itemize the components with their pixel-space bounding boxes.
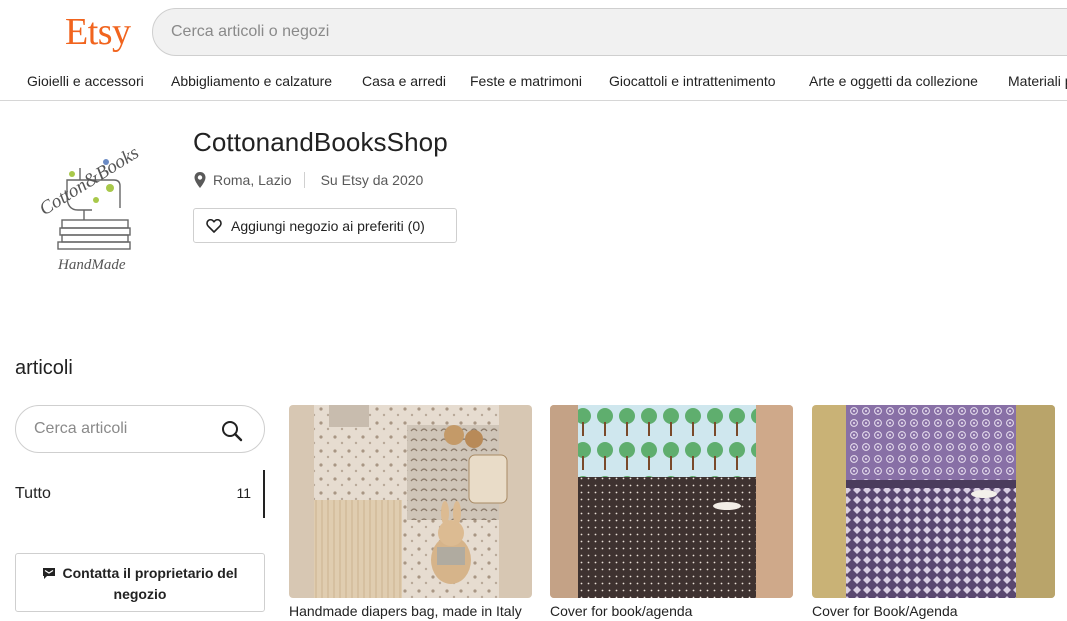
sidebar-category-count: 11 [236,485,251,501]
shop-search-bar[interactable] [15,405,265,453]
sidebar-category-label: Tutto [15,485,51,502]
category-clothing[interactable]: Abbigliamento e calzature [171,73,332,89]
search-icon[interactable] [220,419,244,443]
heart-icon [206,218,222,233]
listing-image[interactable] [812,405,1055,598]
listing-title[interactable]: Cover for Book/Agenda [812,603,1055,619]
listing-title[interactable]: Handmade diapers bag, made in Italy [289,603,532,619]
favorite-shop-button[interactable]: Aggiungi negozio ai preferiti (0) [193,208,457,243]
category-art[interactable]: Arte e oggetti da collezione [809,73,978,89]
category-home[interactable]: Casa e arredi [362,73,446,89]
listing-card[interactable]: Cover for book/agenda [550,405,793,619]
location-pin-icon [194,172,206,188]
favorite-shop-label: Aggiungi negozio ai preferiti (0) [231,217,425,234]
sidebar-category-all[interactable]: Tutto 11 [15,470,265,518]
listing-card[interactable]: Handmade diapers bag, made in Italy [289,405,532,619]
global-search-input[interactable] [171,9,1051,55]
shop-meta: Roma, Lazio Su Etsy da 2020 [193,170,423,190]
category-toys[interactable]: Giocattoli e intrattenimento [609,73,776,89]
category-parties[interactable]: Feste e matrimoni [470,73,582,89]
global-search-bar[interactable] [152,8,1067,56]
category-supplies[interactable]: Materiali p [1008,73,1067,89]
listing-title[interactable]: Cover for book/agenda [550,603,793,619]
category-nav: Gioielli e accessori Abbigliamento e cal… [0,64,1067,101]
shop-location: Roma, Lazio [213,172,292,188]
contact-owner-button[interactable]: Contatta il proprietario del negozio [15,553,265,612]
shop-logo-text-top: Cotton&Books [36,142,143,220]
active-indicator [263,470,265,518]
shop-logo: Cotton&Books HandMade [22,138,162,278]
shop-name: CottonandBooksShop [193,127,448,157]
meta-divider [303,172,305,188]
category-jewelry[interactable]: Gioielli e accessori [27,73,144,89]
contact-owner-label: Contatta il proprietario del negozio [62,565,238,602]
listing-image[interactable] [550,405,793,598]
message-icon [43,568,56,579]
shop-since: Su Etsy da 2020 [320,172,424,188]
listing-image[interactable] [289,405,532,598]
etsy-logo[interactable]: Etsy [65,10,131,54]
listing-card[interactable]: Cover for Book/Agenda [812,405,1055,619]
items-section-title: articoli [15,357,73,379]
shop-search-input[interactable] [34,406,219,452]
shop-logo-text-bottom: HandMade [57,257,126,273]
